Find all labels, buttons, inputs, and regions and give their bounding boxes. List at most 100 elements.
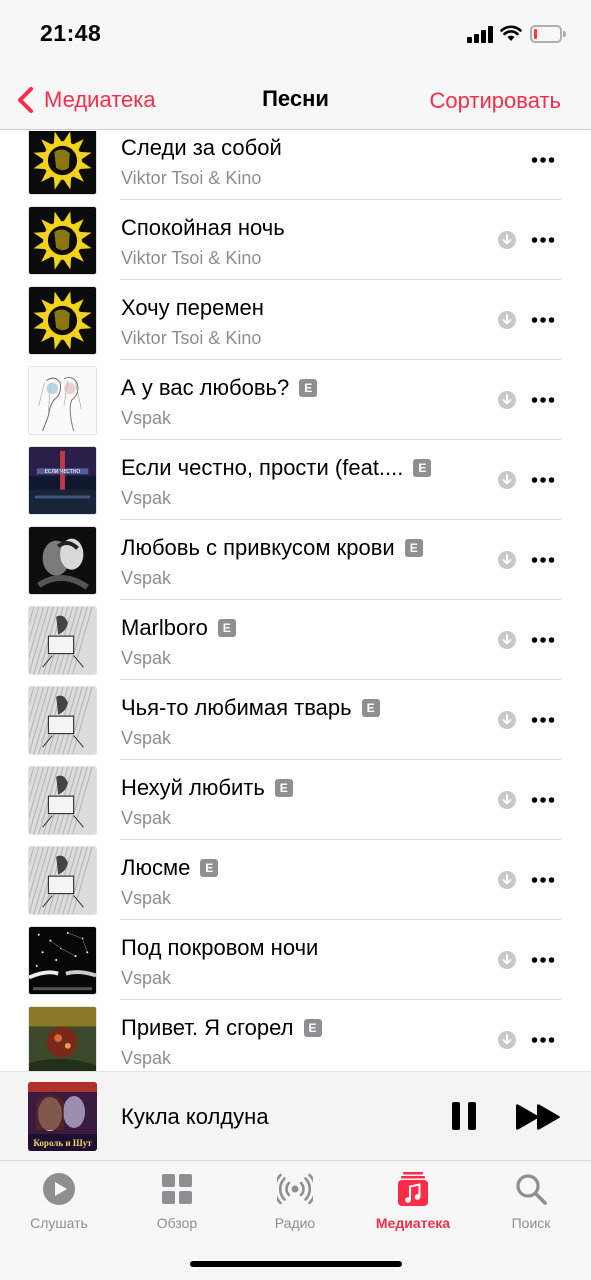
song-row[interactable]: А у вас любовь? E Vspak [0,360,591,440]
explicit-badge: E [404,539,423,557]
song-title-line: Любовь с привкусом крови E [121,535,423,561]
song-title: Нехуй любить [121,775,265,800]
song-title: Под покровом ночи [121,935,319,960]
more-options-icon[interactable] [531,1036,555,1044]
wifi-icon [500,25,522,41]
album-artwork [28,686,97,755]
more-options-icon[interactable] [531,236,555,244]
song-artist: Vspak [121,568,172,588]
tab-label: Радио [274,1215,316,1231]
song-title: Спокойная ночь [121,215,285,240]
more-options-icon[interactable] [531,956,555,964]
download-icon[interactable] [497,390,517,410]
more-options-icon[interactable] [531,796,555,804]
explicit-badge: E [361,699,380,717]
download-icon[interactable] [497,950,517,970]
song-row[interactable]: Нехуй любить E Vspak [0,760,591,840]
song-row[interactable]: Следи за собой Viktor Tsoi & Kino [0,131,591,200]
song-title-line: Хочу перемен [121,295,264,321]
song-list: Следи за собой Viktor Tsoi & Kino Спокой… [0,131,591,1071]
mini-player[interactable]: Король и Шут Кукла колдуна [0,1071,591,1161]
album-artwork [28,206,97,275]
download-icon[interactable] [497,550,517,570]
song-artist: Viktor Tsoi & Kino [121,168,262,188]
svg-text:Король и Шут: Король и Шут [33,1138,92,1148]
more-options-icon[interactable] [531,636,555,644]
cellular-signal-icon [467,26,493,43]
song-title-line: Люсме E [121,855,219,881]
song-artist: Vspak [121,888,172,908]
song-row[interactable]: ЕСЛИ ЧЕСТНО Если честно, прости (feat...… [0,440,591,520]
now-playing-artwork: Король и Шут [28,1082,97,1151]
svg-text:ЕСЛИ ЧЕСТНО: ЕСЛИ ЧЕСТНО [45,469,81,475]
download-icon[interactable] [497,710,517,730]
tab-browse[interactable]: Обзор [118,1171,236,1231]
song-artist: Vspak [121,488,172,508]
next-track-icon[interactable] [514,1103,562,1131]
song-row[interactable]: Marlboro E Vspak [0,600,591,680]
tab-library[interactable]: Медиатека [354,1171,472,1231]
song-artist: Vspak [121,808,172,828]
song-row[interactable]: Привет. Я сгорел E Vspak [0,1000,591,1071]
more-options-icon[interactable] [531,156,555,164]
now-playing-title: Кукла колдуна [121,1104,269,1129]
tab-label: Медиатека [375,1215,451,1231]
song-title: Люсме [121,855,191,880]
tab-search[interactable]: Поиск [472,1171,590,1231]
explicit-badge: E [274,779,293,797]
explicit-badge: E [413,459,432,477]
tab-radio[interactable]: Радио [236,1171,354,1231]
album-artwork [28,1006,97,1071]
song-title: Следи за собой [121,135,282,160]
album-artwork [28,131,97,195]
song-artist: Vspak [121,648,172,668]
grid-icon [162,1174,192,1204]
song-artist: Vspak [121,1048,172,1068]
more-options-icon[interactable] [531,876,555,884]
search-icon [516,1174,547,1205]
download-icon[interactable] [497,870,517,890]
song-row[interactable]: Люсме E Vspak [0,840,591,920]
song-title: Привет. Я сгорел [121,1015,294,1040]
home-indicator [190,1261,402,1267]
album-artwork: ЕСЛИ ЧЕСТНО [28,446,97,515]
download-icon[interactable] [497,470,517,490]
tab-label: Поиск [511,1215,551,1231]
song-artist: Vspak [121,728,172,748]
song-title-line: Следи за собой [121,135,282,161]
song-row[interactable]: Спокойная ночь Viktor Tsoi & Kino [0,200,591,280]
song-row[interactable]: Любовь с привкусом крови E Vspak [0,520,591,600]
song-title-line: Marlboro E [121,615,236,641]
download-icon[interactable] [497,1030,517,1050]
more-options-icon[interactable] [531,716,555,724]
tab-listen[interactable]: Слушать [0,1171,118,1231]
song-title: Marlboro [121,615,208,640]
album-artwork [28,926,97,995]
song-title-line: Привет. Я сгорел E [121,1015,322,1041]
album-artwork [28,846,97,915]
song-title: А у вас любовь? [121,375,290,400]
navigation-bar: Медиатека Песни Сортировать [0,72,591,130]
more-options-icon[interactable] [531,316,555,324]
sort-button[interactable]: Сортировать [430,88,561,114]
song-artist: Viktor Tsoi & Kino [121,248,262,268]
song-title: Любовь с привкусом крови [121,535,395,560]
download-icon[interactable] [497,310,517,330]
download-icon[interactable] [497,790,517,810]
download-icon[interactable] [497,230,517,250]
more-options-icon[interactable] [531,476,555,484]
explicit-badge: E [303,1019,322,1037]
download-icon[interactable] [497,630,517,650]
song-row[interactable]: Под покровом ночи Vspak [0,920,591,1000]
more-options-icon[interactable] [531,396,555,404]
more-options-icon[interactable] [531,556,555,564]
song-title: Хочу перемен [121,295,264,320]
song-row[interactable]: Чья-то любимая тварь E Vspak [0,680,591,760]
pause-icon[interactable] [450,1101,478,1131]
battery-icon [530,25,562,43]
song-title: Если честно, прости (feat.... [121,455,404,480]
tab-label: Обзор [156,1215,198,1231]
explicit-badge: E [200,859,219,877]
tab-label: Слушать [30,1215,88,1231]
song-row[interactable]: Хочу перемен Viktor Tsoi & Kino [0,280,591,360]
